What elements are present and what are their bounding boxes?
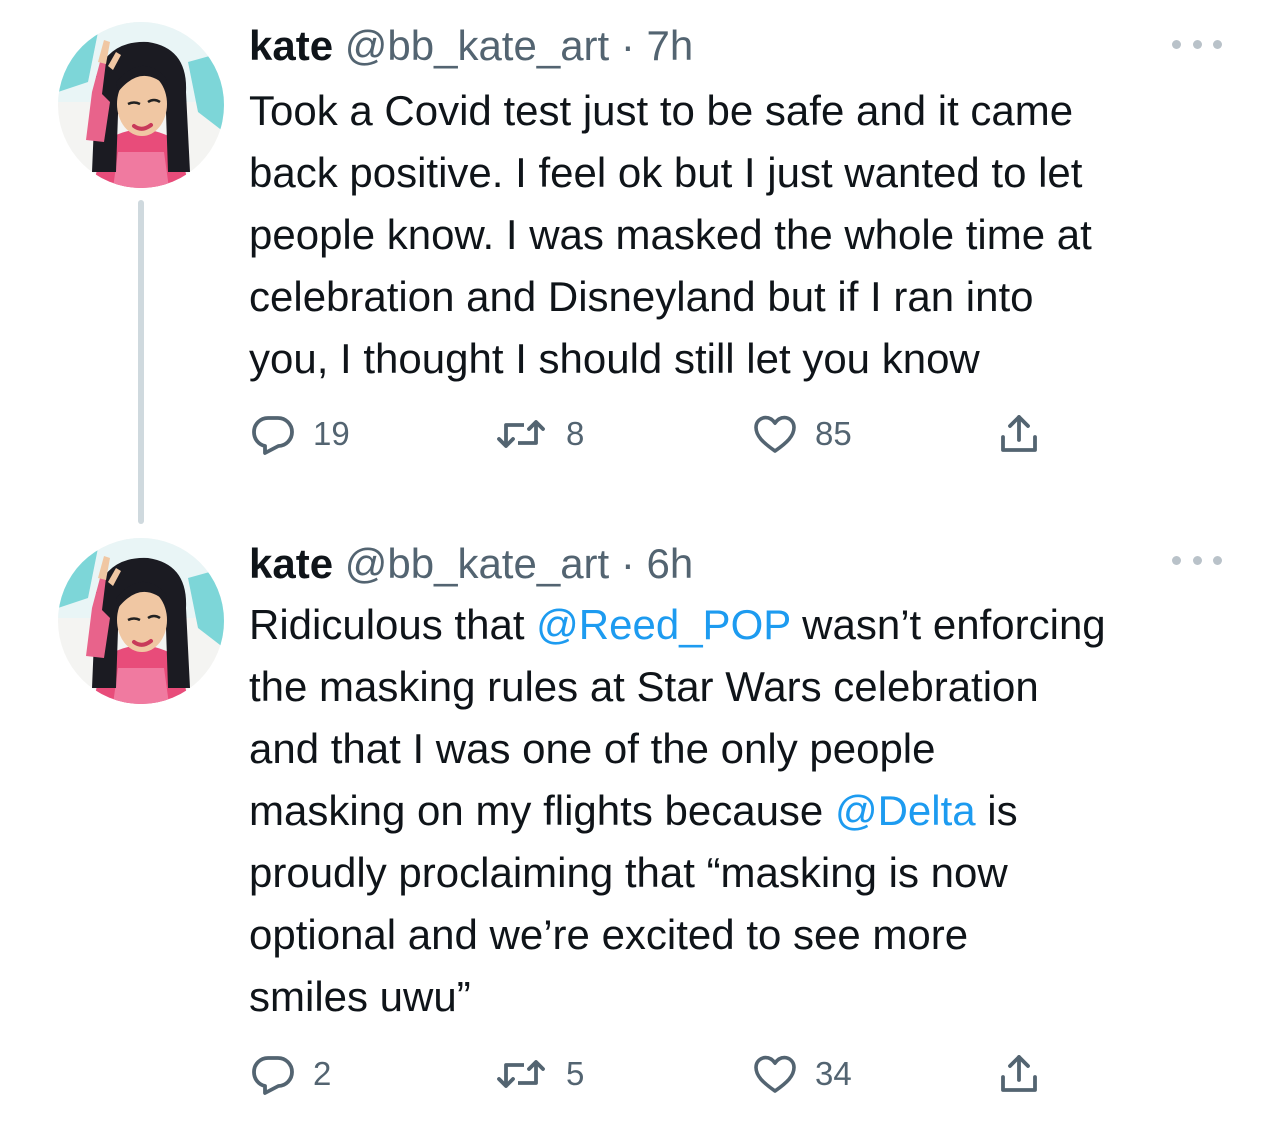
text-segment: back positive. I feel ok but I just want… [249,149,1083,196]
separator-dot: · [620,22,635,69]
text-segment: Took a Covid test just to be safe and it… [249,87,1074,134]
user-handle[interactable]: @bb_kate_art [345,540,609,587]
thread-connector-line [138,200,144,524]
retweet-button[interactable]: 8 [494,410,584,458]
tweet-header: kate @bb_kate_art · 7h [249,22,693,70]
reply-icon [252,1056,294,1095]
share-button[interactable] [995,1050,1043,1098]
share-icon [1001,415,1037,452]
text-segment: celebration and Disneyland but if I ran … [249,273,1034,320]
heart-icon [754,415,796,453]
tweet-text-line: people know. I was masked the whole time… [249,204,1249,266]
text-segment: optional and we’re excited to see more [249,911,969,958]
retweet-icon [497,420,545,448]
like-button[interactable]: 85 [751,410,852,458]
tweet-text: Took a Covid test just to be safe and it… [249,80,1249,390]
retweet-count: 8 [566,415,585,452]
timestamp[interactable]: 6h [647,540,694,587]
text-segment: wasn’t enforcing [790,601,1106,648]
reply-icon [252,416,294,455]
text-segment: is [975,787,1018,834]
like-count: 34 [815,1055,852,1092]
tweet-text-line: Took a Covid test just to be safe and it… [249,80,1249,142]
text-segment: you, I thought I should still let you kn… [249,335,980,382]
tweet-text-line: the masking rules at Star Wars celebrati… [249,656,1249,718]
mention-link[interactable]: @Reed_POP [536,601,790,648]
share-button[interactable] [995,410,1043,458]
text-segment: and that I was one of the only people [249,725,936,772]
mention-link[interactable]: @Delta [835,787,976,834]
like-count: 85 [815,415,852,452]
action-bar: 19 8 85 [249,410,1069,458]
avatar-illustration [58,538,224,704]
reply-count: 19 [313,415,350,452]
avatar[interactable] [58,538,224,704]
display-name[interactable]: kate [249,540,333,587]
avatar[interactable] [58,22,224,188]
avatar-illustration [58,22,224,188]
tweet-text-line: back positive. I feel ok but I just want… [249,142,1249,204]
tweet[interactable]: kate @bb_kate_art · 7h Took a Covid test… [0,0,1282,524]
tweet-header: kate @bb_kate_art · 6h [249,540,693,588]
text-segment: proudly proclaiming that “masking is now [249,849,1008,896]
timestamp[interactable]: 7h [647,22,694,69]
retweet-button[interactable]: 5 [494,1050,584,1098]
tweet-text-line: optional and we’re excited to see more [249,904,1249,966]
share-icon [1001,1055,1037,1092]
more-icon[interactable] [1172,34,1222,54]
tweet-text-line: and that I was one of the only people [249,718,1249,780]
heart-icon [754,1055,796,1093]
text-segment: the masking rules at Star Wars celebrati… [249,663,1039,710]
like-button[interactable]: 34 [751,1050,852,1098]
separator-dot: · [620,540,635,587]
reply-button[interactable]: 2 [249,1050,331,1098]
more-icon[interactable] [1172,550,1222,570]
tweet-text-line: you, I thought I should still let you kn… [249,328,1249,390]
tweet-text: Ridiculous that @Reed_POP wasn’t enforci… [249,594,1249,1028]
text-segment: people know. I was masked the whole time… [249,211,1092,258]
user-handle[interactable]: @bb_kate_art [345,22,609,69]
tweet[interactable]: kate @bb_kate_art · 6h Ridiculous that @… [0,520,1282,1130]
text-segment: Ridiculous that [249,601,537,648]
tweet-text-line: Ridiculous that @Reed_POP wasn’t enforci… [249,594,1249,656]
action-bar: 2 5 34 [249,1050,1069,1098]
tweet-text-line: celebration and Disneyland but if I ran … [249,266,1249,328]
retweet-count: 5 [566,1055,585,1092]
retweet-icon [497,1060,545,1088]
reply-button[interactable]: 19 [249,410,350,458]
text-segment: masking on my flights because [249,787,835,834]
reply-count: 2 [313,1055,332,1092]
tweet-text-line: proudly proclaiming that “masking is now [249,842,1249,904]
display-name[interactable]: kate [249,22,333,69]
tweet-text-line: smiles uwu” [249,966,1249,1028]
text-segment: smiles uwu” [249,973,471,1020]
tweet-text-line: masking on my flights because @Delta is [249,780,1249,842]
